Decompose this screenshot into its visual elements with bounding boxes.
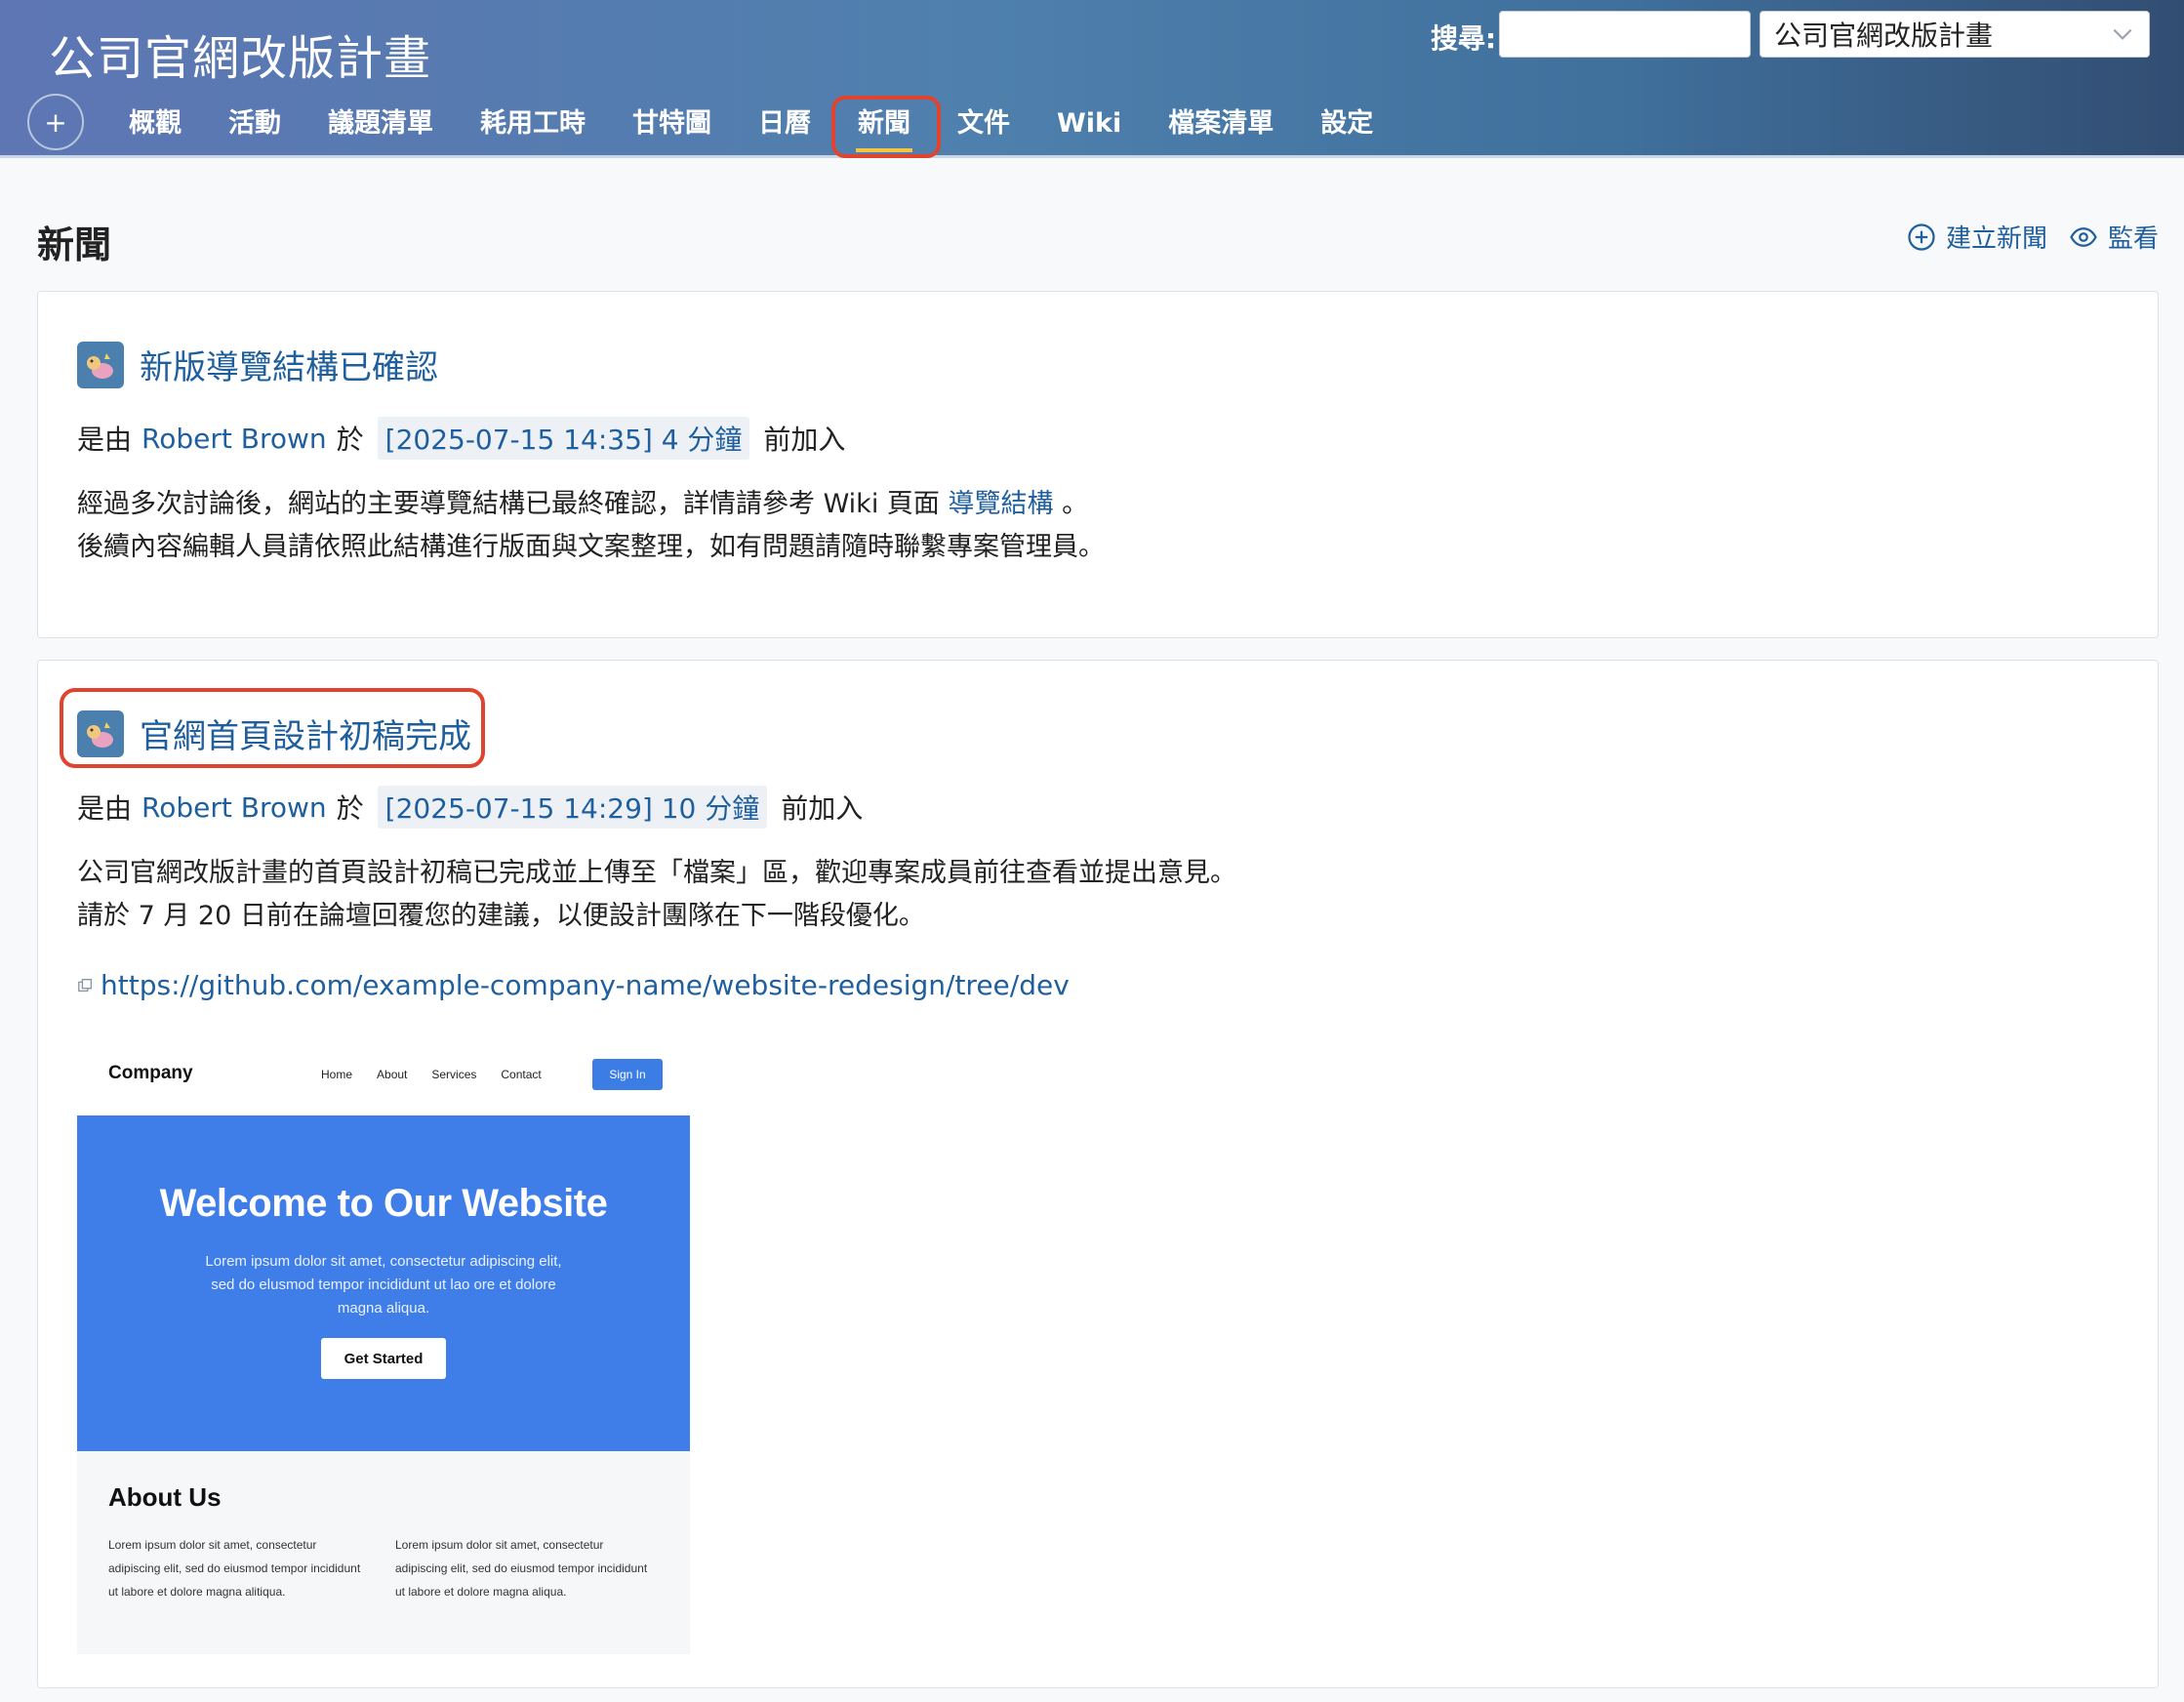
meta-suffix: 前加入 [763, 424, 846, 456]
mock-nav-link: About [377, 1068, 408, 1081]
tab-files[interactable]: 檔案清單 [1145, 98, 1297, 152]
project-title[interactable]: 公司官網改版計畫 [49, 20, 431, 88]
news-body-line: 經過多次討論後，網站的主要導覽結構已最終確認，詳情請參考 Wiki 頁面 導覽結… [77, 483, 1105, 526]
create-news-label: 建立新聞 [1945, 224, 2047, 254]
meta-suffix: 前加入 [781, 792, 864, 825]
mock-cta-button: Get Started [321, 1338, 446, 1379]
search-label: 搜尋: [1431, 22, 1497, 55]
timestamp-link[interactable]: [2025-07-15 14:35] 4 分鐘 [377, 417, 750, 460]
search-input[interactable] [1499, 11, 1751, 58]
news-body-line: 後續內容編輯人員請依照此結構進行版面與文案整理，如有問題請隨時聯繫專案管理員。 [77, 532, 1105, 562]
external-link-url: https://github.com/example-company-name/… [101, 969, 1070, 1001]
body-text: 經過多次討論後，網站的主要導覽結構已最終確認，詳情請參考 Wiki 頁面 [77, 489, 949, 519]
news-title-link[interactable]: 新版導覽結構已確認 [140, 341, 438, 388]
external-link[interactable]: https://github.com/example-company-name/… [77, 969, 1070, 1001]
new-item-button[interactable]: + [27, 94, 84, 150]
wiki-link[interactable]: 導覽結構 [949, 489, 1054, 519]
mock-about-text: Lorem ipsum dolor sit amet, consectetur … [395, 1538, 648, 1599]
news-body-line: 公司官網改版計畫的首頁設計初稿已完成並上傳至「檔案」區，歡迎專案成員前往查看並提… [77, 858, 1236, 888]
avatar [77, 709, 124, 757]
tab-issues[interactable]: 議題清單 [304, 98, 457, 152]
external-link-icon [78, 978, 93, 992]
watch-button[interactable]: 監看 [2069, 219, 2159, 255]
mock-about-title: About Us [108, 1482, 222, 1512]
tab-activity[interactable]: 活動 [205, 98, 304, 152]
news-meta: 是由 Robert Brown 於 [2025-07-15 14:35] 4 分… [77, 417, 845, 460]
meta-by: 是由 [77, 424, 133, 456]
news-body: 公司官網改版計畫的首頁設計初稿已完成並上傳至「檔案」區，歡迎專案成員前往查看並提… [77, 852, 1236, 938]
tab-time-entries[interactable]: 耗用工時 [457, 98, 609, 152]
avatar [77, 341, 124, 388]
eye-icon [2070, 226, 2097, 247]
attached-image[interactable]: Company Home About Services Contact Sign… [77, 1037, 690, 1654]
project-select[interactable]: 公司官網改版計畫 [1759, 11, 2150, 58]
mock-nav-links: Home About Services Contact [321, 1068, 542, 1081]
tab-overview[interactable]: 概觀 [105, 98, 205, 152]
tab-documents[interactable]: 文件 [934, 98, 1033, 152]
mock-navbar: Company Home About Services Contact Sign… [77, 1037, 690, 1115]
tab-news[interactable]: 新聞 [834, 98, 934, 152]
mock-signin-button: Sign In [592, 1059, 663, 1090]
meta-at: 於 [336, 792, 364, 825]
mock-hero: Welcome to Our Website Lorem ipsum dolor… [77, 1115, 690, 1451]
create-news-button[interactable]: 建立新聞 [1907, 219, 2047, 255]
tab-wiki[interactable]: Wiki [1033, 98, 1145, 152]
news-item: 官網首頁設計初稿完成 是由 Robert Brown 於 [2025-07-15… [37, 660, 2159, 1688]
tab-calendar[interactable]: 日曆 [735, 98, 834, 152]
news-title-link[interactable]: 官網首頁設計初稿完成 [140, 709, 471, 757]
news-header: 官網首頁設計初稿完成 [77, 709, 471, 757]
avatar-image-icon [87, 352, 113, 379]
mock-hero-title: Welcome to Our Website [159, 1182, 608, 1225]
timestamp-link[interactable]: [2025-07-15 14:29] 10 分鐘 [377, 786, 768, 829]
watch-label: 監看 [2107, 224, 2159, 254]
add-circle-icon [1908, 223, 1935, 251]
news-meta: 是由 Robert Brown 於 [2025-07-15 14:29] 10 … [77, 786, 863, 829]
chevron-down-icon [2113, 28, 2132, 40]
news-header: 新版導覽結構已確認 [77, 341, 438, 388]
tab-gantt[interactable]: 甘特圖 [609, 98, 735, 152]
avatar-image-icon [87, 721, 113, 748]
project-select-value: 公司官網改版計畫 [1774, 20, 1994, 52]
mock-nav-link: Contact [501, 1068, 542, 1081]
author-link[interactable]: Robert Brown [142, 791, 327, 824]
author-link[interactable]: Robert Brown [142, 423, 327, 455]
mock-brand: Company [108, 1063, 193, 1083]
mock-about-text: Lorem ipsum dolor sit amet, consectetur … [108, 1538, 361, 1599]
meta-by: 是由 [77, 792, 133, 825]
page-actions: 建立新聞 監看 [1907, 219, 2159, 255]
top-header: 公司官網改版計畫 搜尋: 公司官網改版計畫 + 概觀 活動 議題清單 耗用工時 … [0, 0, 2184, 158]
project-menu: 概觀 活動 議題清單 耗用工時 甘特圖 日曆 新聞 文件 Wiki 檔案清單 設… [105, 98, 1396, 152]
meta-at: 於 [336, 424, 364, 456]
body-text: 。 [1053, 489, 1089, 519]
page-title: 新聞 [37, 223, 112, 266]
news-item: 新版導覽結構已確認 是由 Robert Brown 於 [2025-07-15 … [37, 291, 2159, 638]
mock-nav-link: Home [321, 1068, 353, 1081]
news-body: 經過多次討論後，網站的主要導覽結構已最終確認，詳情請參考 Wiki 頁面 導覽結… [77, 483, 1105, 569]
tab-settings[interactable]: 設定 [1297, 98, 1396, 152]
news-body-line: 請於 7 月 20 日前在論壇回覆您的建議，以便設計團隊在下一階段優化。 [77, 901, 925, 931]
mock-hero-text: Lorem ipsum dolor sit amet, consectetur … [205, 1253, 562, 1317]
mock-nav-link: Services [431, 1068, 477, 1081]
